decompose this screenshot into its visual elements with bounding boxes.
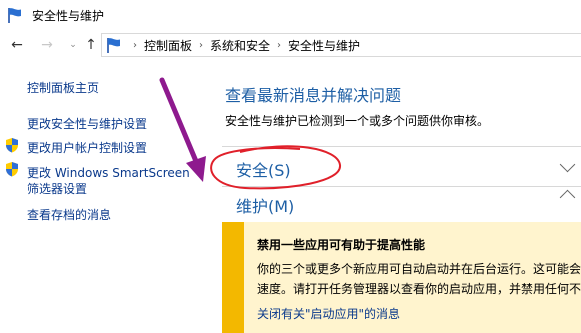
sidebar-link-change-smartscreen-cont[interactable]: 筛选器设置 — [27, 180, 87, 197]
address-bar[interactable]: › 控制面板 › 系统和安全 › 安全性与维护 — [101, 33, 581, 57]
title-bar: 安全性与维护 — [0, 0, 581, 30]
section-security[interactable]: 安全(S) — [236, 157, 291, 181]
breadcrumb-separator: › — [199, 39, 204, 51]
section-maintenance[interactable]: 维护(M) — [236, 193, 294, 217]
recent-locations-button[interactable]: ⌄ — [64, 36, 82, 54]
section-divider — [222, 146, 581, 147]
up-button[interactable]: ↑ — [82, 36, 100, 54]
turn-off-startup-messages-link[interactable]: 关闭有关"启动应用"的消息 — [257, 305, 400, 322]
performance-notice: 禁用一些应用可有助于提高性能 你的三个或更多个新应用可自动启动并在后台运行。这可… — [222, 222, 581, 333]
page-title: 查看最新消息并解决问题 — [225, 86, 402, 105]
breadcrumb-control-panel[interactable]: 控制面板 — [144, 37, 192, 54]
chevron-up-icon[interactable] — [559, 189, 576, 206]
flag-icon — [8, 8, 21, 23]
sidebar-link-control-panel-home[interactable]: 控制面板主页 — [27, 79, 99, 96]
shield-icon — [6, 138, 18, 153]
window-title: 安全性与维护 — [32, 9, 105, 23]
sidebar-link-view-archived[interactable]: 查看存档的消息 — [27, 206, 111, 223]
sidebar-link-change-uac[interactable]: 更改用户帐户控制设置 — [27, 139, 147, 156]
section-divider — [222, 186, 581, 187]
sidebar-link-change-settings[interactable]: 更改安全性与维护设置 — [27, 115, 147, 132]
back-button[interactable]: ← — [8, 36, 26, 54]
page-description: 安全性与维护已检测到一个或多个问题供你审核。 — [225, 114, 490, 128]
sidebar-link-change-smartscreen[interactable]: 更改 Windows SmartScreen — [27, 164, 190, 181]
warning-stripe — [222, 222, 244, 333]
notice-title: 禁用一些应用可有助于提高性能 — [257, 238, 426, 252]
breadcrumb-separator: › — [277, 39, 282, 51]
shield-icon — [6, 162, 18, 177]
flag-icon — [107, 38, 120, 53]
notice-body: 速度。请打开任务管理器以查看你的启动应用，并禁用任何不 — [257, 282, 581, 296]
sidebar: 控制面板主页 更改安全性与维护设置 更改用户帐户控制设置 更改 Windows … — [0, 60, 205, 333]
notice-body: 你的三个或更多个新应用可自动启动并在后台运行。这可能会 — [257, 262, 581, 276]
forward-button[interactable]: → — [38, 36, 56, 54]
breadcrumb-security-maintenance[interactable]: 安全性与维护 — [288, 37, 360, 54]
breadcrumb-separator: › — [133, 39, 137, 51]
chevron-down-icon[interactable] — [559, 156, 576, 173]
navigation-bar: ← → ⌄ ↑ › 控制面板 › 系统和安全 › 安全性与维护 — [0, 30, 581, 60]
breadcrumb-system-security[interactable]: 系统和安全 — [210, 37, 270, 54]
